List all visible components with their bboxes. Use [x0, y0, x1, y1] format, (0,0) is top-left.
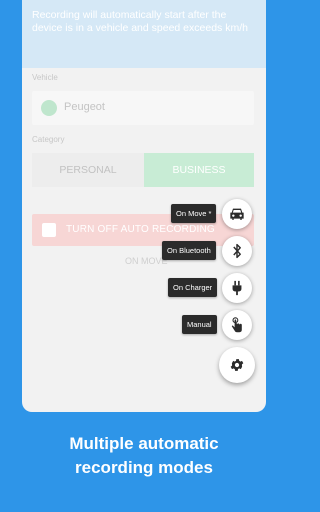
bluetooth-icon [233, 243, 241, 259]
checkbox-icon [42, 223, 56, 237]
turn-off-auto-recording-button[interactable]: TURN OFF AUTO RECORDING [32, 214, 254, 246]
mode-on-bluetooth-button[interactable] [222, 236, 252, 266]
category-toggle: PERSONAL BUSINESS [32, 153, 254, 187]
caption-line-1: Multiple automatic [69, 434, 219, 453]
mode-manual-label[interactable]: Manual [182, 315, 217, 334]
mode-manual-button[interactable] [222, 310, 252, 340]
mode-on-bluetooth-label[interactable]: On Bluetooth [162, 241, 216, 260]
category-personal-button[interactable]: PERSONAL [32, 153, 144, 187]
promo-caption: Multiple automatic recording modes [0, 432, 288, 480]
category-section-label: Category [32, 135, 65, 144]
mode-on-move-label[interactable]: On Move * [171, 204, 217, 223]
mode-on-charger-label[interactable]: On Charger [168, 278, 218, 297]
car-icon [230, 208, 244, 220]
turn-off-auto-recording-label: TURN OFF AUTO RECORDING [66, 224, 215, 235]
touch-icon [231, 317, 242, 333]
caption-line-2: recording modes [75, 458, 213, 477]
auto-mode-settings-button[interactable] [219, 347, 255, 383]
plug-icon [232, 280, 242, 296]
banner-text: Recording will automatically start after… [32, 9, 248, 34]
vehicle-section-label: Vehicle [32, 73, 58, 82]
auto-record-info-banner: Recording will automatically start after… [22, 0, 266, 68]
gear-icon [230, 359, 244, 371]
vehicle-color-dot [41, 100, 57, 116]
category-business-button[interactable]: BUSINESS [144, 153, 254, 187]
mode-on-move-button[interactable] [222, 199, 252, 229]
vehicle-name: Peugeot [64, 101, 105, 113]
vehicle-selector[interactable]: Peugeot [32, 91, 254, 125]
mode-on-charger-button[interactable] [222, 273, 252, 303]
